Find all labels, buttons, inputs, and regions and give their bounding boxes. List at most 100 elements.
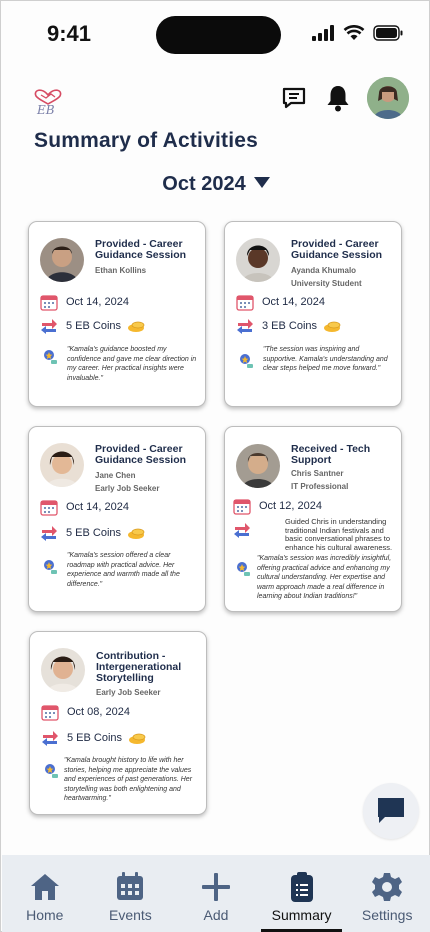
eb-logo[interactable]: EB [31,81,65,117]
feedback-icon [237,562,250,576]
nav-label: Events [108,907,152,923]
feedback-icon [44,560,57,574]
summary-icon [290,872,313,902]
profile-avatar[interactable] [367,77,409,119]
exchange-icon [42,731,58,746]
activity-title: Received - Tech Support [291,443,371,466]
activity-title: Provided - Career Guidance Session [95,443,187,466]
activity-date: Oct 14, 2024 [40,498,199,516]
bell-icon [327,86,349,112]
person-photo [41,648,85,692]
exchange-icon [41,526,57,541]
chat-fab-button[interactable] [363,783,419,839]
person-name: Chris Santner [291,469,344,478]
messages-button[interactable] [279,83,309,113]
dynamic-island [156,16,281,54]
coin-icon [128,528,145,539]
nav-label: Settings [361,907,413,923]
person-photo [236,238,280,282]
calendar-icon [41,705,59,721]
person-role: University Student [291,279,362,288]
exchange-icon [237,319,253,334]
activity-date: Oct 14, 2024 [236,293,395,311]
caret-down-icon [253,177,270,188]
activity-coins: 5 EB Coins [40,524,199,542]
page-title: Summary of Activities [34,129,258,152]
header-actions [279,77,409,119]
calendar-icon [40,500,58,516]
nav-add[interactable]: Add [173,855,259,932]
feedback-quote: "Kamala's session was incredibly insight… [257,555,392,600]
activity-coins: 3 EB Coins [236,317,395,335]
calendar-icon [233,499,251,515]
month-selector[interactable]: Oct 2024 [1,173,430,196]
nav-label: Summary [271,907,332,923]
status-time: 9:41 [47,21,92,46]
coin-icon [128,321,145,332]
coins-text: 5 EB Coins [66,527,122,539]
person-name: Jane Chen [95,471,136,480]
signal-icon [312,25,334,41]
exchange-icon [41,319,57,334]
person-photo [40,443,84,487]
settings-icon [372,873,403,901]
activity-title: Provided - Career Guidance Session [95,238,187,261]
activity-coins: 5 EB Coins [41,729,200,747]
coins-text: 5 EB Coins [67,732,123,744]
home-icon [30,874,59,900]
feedback-icon [45,764,58,778]
notifications-button[interactable] [323,83,353,113]
events-icon [117,872,144,900]
person-name: Ayanda Khumalo [291,266,357,275]
date-text: Oct 08, 2024 [67,706,130,718]
coin-icon [129,733,146,744]
activity-coins: 5 EB Coins [40,317,199,335]
coin-icon [324,321,341,332]
activity-description: Guided Chris in understanding traditiona… [285,517,393,552]
person-role: Early Job Seeker [96,688,161,697]
activity-card[interactable]: Received - Tech Support Chris Santner IT… [224,426,402,612]
date-text: Oct 14, 2024 [262,296,325,308]
battery-icon [373,25,403,41]
feedback-quote: "Kamala brought history to life with her… [64,757,193,802]
heart-handshake-icon: EB [34,89,62,117]
coins-text: 5 EB Coins [66,320,122,332]
date-text: Oct 14, 2024 [66,501,129,513]
person-photo [40,238,84,282]
activity-card[interactable]: Provided - Career Guidance Session Ethan… [28,221,206,407]
nav-summary[interactable]: Summary [259,855,345,932]
activity-date: Oct 08, 2024 [41,703,200,721]
person-name: Ethan Kollins [95,266,147,275]
calendar-icon [40,295,58,311]
message-icon [282,87,306,109]
profile-photo [367,77,409,119]
activity-date: Oct 14, 2024 [40,293,199,311]
nav-events[interactable]: Events [88,855,174,932]
feedback-quote: "Kamala's guidance boosted my confidence… [67,346,197,382]
coins-text: 3 EB Coins [262,320,318,332]
calendar-icon [236,295,254,311]
feedback-quote: "Kamala's session offered a clear roadma… [67,552,180,588]
feedback-icon [240,354,253,368]
nav-home[interactable]: Home [2,855,88,932]
activity-date: Oct 12, 2024 [233,497,395,515]
app-screen: 9:41 EB Summary of Activities Oct 2024 P… [0,0,430,932]
activity-title: Contribution - Intergenerational Storyte… [96,650,182,684]
person-role: IT Professional [291,482,349,491]
bottom-nav: Home Events Add Summary Settings [2,855,430,932]
status-icons [311,25,403,41]
feedback-icon [44,350,57,364]
month-label: Oct 2024 [162,173,246,195]
date-text: Oct 12, 2024 [259,500,322,512]
activity-card[interactable]: Provided - Career Guidance Session Jane … [28,426,206,612]
nav-settings[interactable]: Settings [344,855,430,932]
activity-card[interactable]: Contribution - Intergenerational Storyte… [29,631,207,815]
person-photo [236,444,280,488]
feedback-quote: "The session was inspiring and supportiv… [263,346,388,372]
activity-card[interactable]: Provided - Career Guidance Session Ayand… [224,221,402,407]
wifi-icon [343,25,365,40]
person-role: Early Job Seeker [95,484,160,493]
chat-icon [378,798,404,823]
activity-title: Provided - Career Guidance Session [291,238,383,261]
add-icon [201,873,230,901]
